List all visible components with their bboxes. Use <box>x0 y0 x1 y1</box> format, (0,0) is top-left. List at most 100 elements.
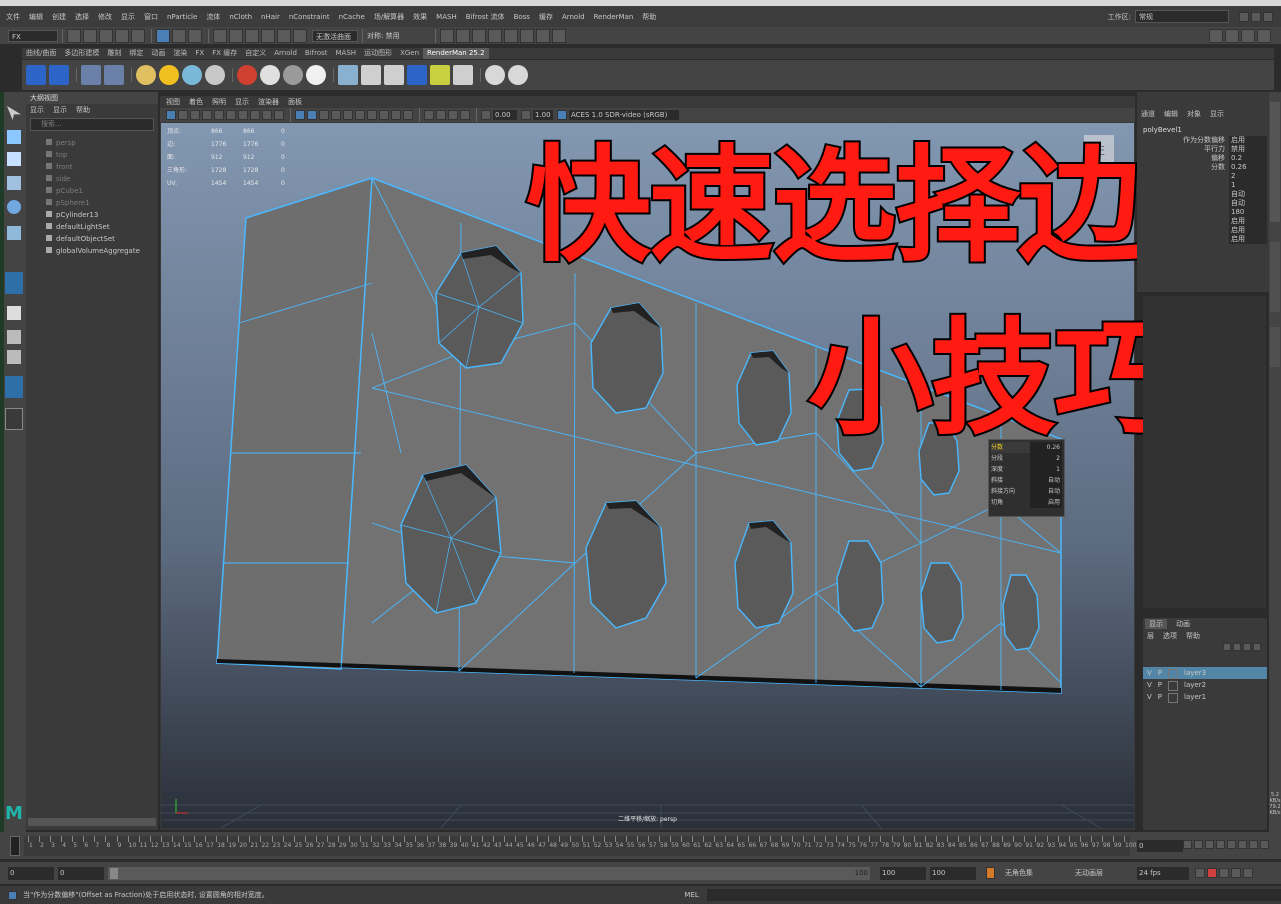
snap-live-icon[interactable] <box>293 28 307 43</box>
menu-item-16[interactable]: Bifrost 流体 <box>466 12 505 22</box>
light-editor-icon[interactable] <box>536 28 550 43</box>
menu-item-3[interactable]: 选择 <box>75 12 89 22</box>
texture-icon[interactable] <box>384 65 404 85</box>
shelf-tab-12[interactable]: 运动图形 <box>360 48 396 59</box>
channel-value[interactable]: 自动 <box>1229 199 1267 208</box>
channel-row[interactable]: 分数 0.26 <box>1163 163 1269 172</box>
sun-light-icon[interactable] <box>159 65 179 85</box>
channel-value[interactable]: 180 <box>1229 208 1267 217</box>
render-frame-icon[interactable] <box>440 28 454 43</box>
shelf-tab-6[interactable]: FX <box>191 48 208 59</box>
maximize-icon[interactable] <box>1251 11 1261 22</box>
gate-mask-icon[interactable] <box>250 110 260 120</box>
two-pane-icon[interactable] <box>7 350 21 364</box>
anti-alias-icon[interactable] <box>391 110 401 120</box>
outliner-item[interactable]: front <box>26 161 158 173</box>
rotate-tool-icon[interactable] <box>7 200 21 214</box>
code-icon[interactable] <box>361 65 381 85</box>
material-icon[interactable] <box>237 65 257 85</box>
menu-item-12[interactable]: nCache <box>339 13 365 21</box>
channel-value[interactable]: 启用 <box>1229 235 1267 244</box>
xray-icon[interactable] <box>436 110 446 120</box>
exposure-icon[interactable] <box>481 110 491 120</box>
outliner-layout-icon[interactable] <box>5 376 23 398</box>
select-object-icon[interactable] <box>172 28 186 43</box>
shelf-tab-5[interactable]: 渲染 <box>169 48 191 59</box>
outliner-scrollbar[interactable] <box>28 818 156 826</box>
channel-row[interactable]: 自动 <box>1163 190 1269 199</box>
image-icon[interactable] <box>430 65 450 85</box>
layer-visibility-toggle[interactable]: V <box>1147 691 1152 703</box>
outliner-item[interactable]: side <box>26 173 158 185</box>
live-surface-field[interactable]: 无激活曲面 <box>312 29 358 42</box>
channel-value[interactable]: 0.2 <box>1229 154 1267 163</box>
channel-row[interactable]: 平行力 禁用 <box>1163 145 1269 154</box>
light-bulb-icon[interactable] <box>136 65 156 85</box>
motion-blur-icon[interactable] <box>379 110 389 120</box>
layer-menu-item[interactable]: 帮助 <box>1186 631 1200 641</box>
range-start-field[interactable]: 0 <box>58 866 104 880</box>
outliner-item[interactable]: persp <box>26 137 158 149</box>
layer-down-icon[interactable] <box>1233 643 1241 651</box>
viewport-menu-item[interactable]: 着色 <box>189 97 203 107</box>
xray-joints-icon[interactable] <box>448 110 458 120</box>
pause-icon[interactable] <box>552 28 566 43</box>
safe-action-icon[interactable] <box>274 110 284 120</box>
backface-icon[interactable] <box>460 110 470 120</box>
go-to-end-icon[interactable] <box>1260 840 1269 849</box>
moon-icon[interactable] <box>407 65 427 85</box>
shelf-tab-0[interactable]: 曲线/曲面 <box>22 48 60 59</box>
playback-speed-icon[interactable] <box>1219 868 1229 878</box>
outliner-item[interactable]: top <box>26 149 158 161</box>
last-tool-icon[interactable] <box>5 272 23 294</box>
outliner-item[interactable]: defaultObjectSet <box>26 233 158 245</box>
channel-value[interactable]: 1 <box>1229 181 1267 190</box>
current-time-marker[interactable] <box>10 836 20 856</box>
undo-icon[interactable] <box>115 28 129 43</box>
channel-box-menu-item[interactable]: 编辑 <box>1164 109 1178 119</box>
layer-visibility-toggle[interactable]: V <box>1147 667 1152 679</box>
channel-row[interactable]: 作为分数偏移 启用 <box>1163 136 1269 145</box>
renderman-render-icon[interactable] <box>26 65 46 85</box>
open-scene-icon[interactable] <box>83 28 97 43</box>
menu-item-4[interactable]: 修改 <box>98 12 112 22</box>
menu-item-8[interactable]: 流体 <box>206 12 220 22</box>
menu-item-1[interactable]: 编辑 <box>29 12 43 22</box>
shelf-tab-9[interactable]: Arnold <box>270 48 301 59</box>
anim-prefs-icon[interactable] <box>1243 868 1253 878</box>
dome-light-icon[interactable] <box>182 65 202 85</box>
bevel-popup-row[interactable]: 切角 启用 <box>991 497 1062 508</box>
channel-box-menu-item[interactable]: 显示 <box>1210 109 1224 119</box>
viewport-menu-item[interactable]: 显示 <box>235 97 249 107</box>
shelf-tab-10[interactable]: Bifrost <box>301 48 332 59</box>
fps-dropdown[interactable]: 24 fps <box>1137 866 1189 880</box>
shelf-tab-3[interactable]: 绑定 <box>125 48 147 59</box>
exposure-field[interactable]: 0.00 <box>493 110 517 120</box>
lasso-tool-icon[interactable] <box>7 130 21 144</box>
shelf-tab-1[interactable]: 多边形建模 <box>60 48 103 59</box>
new-scene-icon[interactable] <box>67 28 81 43</box>
channel-value[interactable]: 禁用 <box>1229 145 1267 154</box>
camera-attr-icon[interactable] <box>178 110 188 120</box>
step-forward-icon[interactable] <box>1238 840 1247 849</box>
minimize-icon[interactable] <box>1239 11 1249 22</box>
menu-item-11[interactable]: nConstraint <box>289 13 330 21</box>
layer-tab[interactable]: 动画 <box>1176 619 1190 629</box>
layer-playback-toggle[interactable]: P <box>1158 679 1162 691</box>
range-end-field[interactable]: 100 <box>880 866 926 880</box>
channel-row[interactable]: 启用 <box>1163 226 1269 235</box>
outliner-item[interactable]: pCube1 <box>26 185 158 197</box>
go-to-start-icon[interactable] <box>1183 840 1192 849</box>
hypershade-icon[interactable] <box>504 28 518 43</box>
mode-dropdown[interactable]: FX <box>8 29 58 42</box>
sound-icon[interactable] <box>1231 868 1241 878</box>
field-chart-icon[interactable] <box>262 110 272 120</box>
layer-color-swatch[interactable] <box>1168 669 1179 679</box>
gamma-field[interactable]: 1.00 <box>533 110 553 120</box>
channel-value[interactable]: 0.26 <box>1229 163 1267 172</box>
viewport-menu-item[interactable]: 面板 <box>288 97 302 107</box>
render-sequence-icon[interactable] <box>456 28 470 43</box>
outliner-menu-item[interactable]: 帮助 <box>76 105 90 115</box>
channel-box-menu-item[interactable]: 通道 <box>1141 109 1155 119</box>
toggle-channel-box-icon[interactable] <box>1225 28 1239 43</box>
